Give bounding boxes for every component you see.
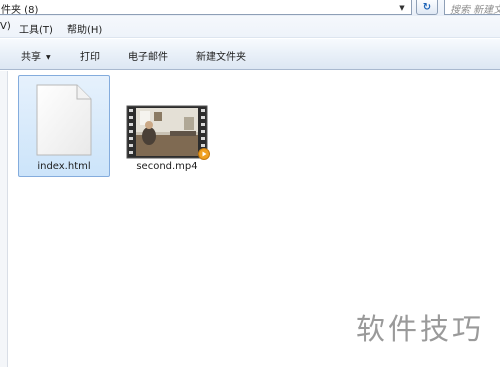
share-button[interactable]: 共享 ▼ (21, 48, 51, 63)
menu-item-view[interactable]: V) (0, 21, 11, 32)
menu-bar: V) 工具(T) 帮助(H) (0, 16, 500, 38)
chevron-down-icon[interactable]: ▼ (396, 2, 408, 13)
file-name: index.html (37, 161, 91, 172)
watermark-text: 软件技巧 (356, 312, 485, 346)
share-label: 共享 (21, 52, 41, 63)
play-badge-icon (198, 148, 210, 160)
document-icon (36, 84, 92, 156)
email-button[interactable]: 电子邮件 (128, 48, 168, 63)
refresh-icon: ↻ (422, 1, 432, 13)
print-button[interactable]: 打印 (80, 48, 100, 63)
new-folder-button[interactable]: 新建文件夹 (196, 48, 246, 63)
refresh-button[interactable]: ↻ (416, 0, 438, 15)
search-placeholder: 搜索 新建文 (450, 5, 500, 16)
address-path: 件夹 (8) (1, 5, 39, 16)
command-bar: 共享 ▼ 打印 电子邮件 新建文件夹 (0, 39, 500, 70)
file-name: second.mp4 (136, 161, 198, 172)
menu-item-tools[interactable]: 工具(T) (19, 21, 53, 36)
address-bar-row: 件夹 (8) ▼ ↻ 搜索 新建文 (0, 0, 500, 16)
chevron-down-icon: ▼ (46, 54, 51, 61)
video-thumbnail-icon (126, 105, 208, 159)
navigation-pane-edge (0, 71, 8, 367)
address-bar[interactable]: 件夹 (8) ▼ (0, 0, 412, 16)
search-input[interactable]: 搜索 新建文 (444, 0, 500, 16)
file-item-index-html[interactable]: index.html (18, 75, 110, 177)
menu-item-help[interactable]: 帮助(H) (67, 21, 102, 36)
watermark: 软件技巧 (350, 292, 500, 367)
file-item-second-mp4[interactable]: second.mp4 (121, 75, 213, 177)
